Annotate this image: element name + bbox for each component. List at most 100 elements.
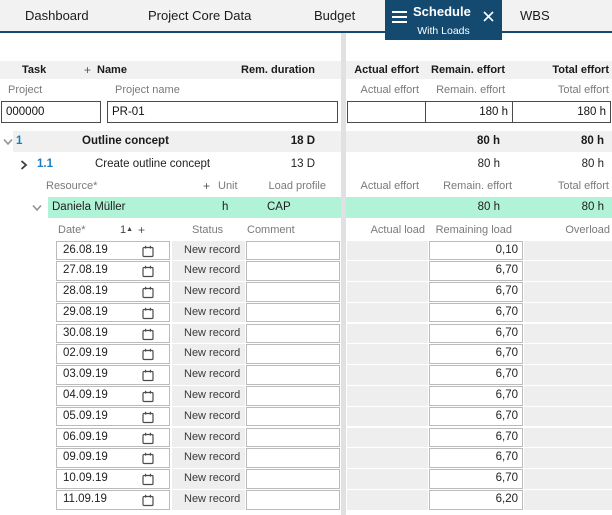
comment-field[interactable]: [246, 344, 340, 364]
remaining-load-field[interactable]: 6,70: [429, 261, 523, 281]
project-id-field[interactable]: 000000: [1, 101, 101, 123]
remaining-load-field[interactable]: 6,70: [429, 386, 523, 406]
task-name: Create outline concept: [95, 154, 210, 175]
tab-schedule-label: Schedule: [413, 4, 471, 19]
load-row: 30.08.19 New record 6,70: [0, 323, 612, 344]
col-date: Date*: [58, 221, 86, 239]
load-row: 10.09.19 New record 6,70: [0, 469, 612, 490]
resource-header: Resource* + Unit Load profile Actual eff…: [0, 177, 612, 195]
chevron-right-icon[interactable]: [20, 160, 28, 170]
col-total-effort: Total effort: [558, 177, 609, 195]
comment-field[interactable]: [246, 261, 340, 281]
chevron-down-icon[interactable]: [32, 204, 42, 212]
date-field[interactable]: 30.08.19: [56, 324, 170, 344]
comment-field[interactable]: [246, 282, 340, 302]
remaining-load-field[interactable]: 6,20: [429, 490, 523, 510]
date-field[interactable]: 26.08.19: [56, 241, 170, 261]
remaining-load-field[interactable]: 6,70: [429, 365, 523, 385]
date-field[interactable]: 10.09.19: [56, 469, 170, 489]
tab-budget[interactable]: Budget: [314, 0, 355, 31]
actual-load-cell: [347, 490, 428, 510]
comment-field[interactable]: [246, 303, 340, 323]
load-row: 05.09.19 New record 6,70: [0, 406, 612, 427]
comment-field[interactable]: [246, 448, 340, 468]
tab-schedule-active[interactable]: Schedule With Loads: [385, 0, 502, 40]
add-column-button[interactable]: +: [84, 61, 91, 79]
date-field[interactable]: 06.09.19: [56, 428, 170, 448]
status-cell: New record: [172, 261, 245, 281]
load-row: 28.08.19 New record 6,70: [0, 282, 612, 303]
status-cell: New record: [172, 490, 245, 510]
task-table-header: Task + Name Rem. duration Actual effort …: [0, 61, 612, 79]
date-field[interactable]: 27.08.19: [56, 261, 170, 281]
actual-load-cell: [347, 407, 428, 427]
remaining-load-field[interactable]: 6,70: [429, 407, 523, 427]
overload-cell: [524, 428, 612, 448]
remaining-load-field[interactable]: 6,70: [429, 448, 523, 468]
sort-asc-icon: ▲: [126, 221, 133, 239]
resource-remain-effort: 80 h: [478, 197, 500, 218]
sort-indicator[interactable]: 1▲: [120, 221, 133, 239]
comment-field[interactable]: [246, 428, 340, 448]
remaining-load-field[interactable]: 6,70: [429, 344, 523, 364]
tab-dashboard[interactable]: Dashboard: [25, 0, 89, 31]
task-name: Outline concept: [82, 131, 169, 152]
close-icon[interactable]: [483, 9, 494, 20]
task-row-1-1[interactable]: 1.1 Create outline concept 13 D 80 h 80 …: [0, 154, 612, 175]
actual-load-cell: [347, 365, 428, 385]
remaining-load-field[interactable]: 0,10: [429, 241, 523, 261]
overload-cell: [524, 365, 612, 385]
date-field[interactable]: 11.09.19: [56, 490, 170, 510]
actual-load-cell: [347, 261, 428, 281]
col-actual-load: Actual load: [371, 221, 425, 239]
remaining-load-field[interactable]: 6,70: [429, 303, 523, 323]
col-rem-duration: Rem. duration: [241, 61, 315, 79]
chevron-down-icon[interactable]: [3, 138, 13, 146]
date-field[interactable]: 29.08.19: [56, 303, 170, 323]
comment-field[interactable]: [246, 469, 340, 489]
resource-load-profile: CAP: [267, 197, 291, 218]
comment-field[interactable]: [246, 490, 340, 510]
calendar-icon[interactable]: [142, 494, 154, 514]
menu-icon[interactable]: [392, 11, 407, 23]
project-effort-group: 180 h 180 h: [347, 101, 611, 123]
date-field[interactable]: 28.08.19: [56, 282, 170, 302]
load-row: 06.09.19 New record 6,70: [0, 427, 612, 448]
comment-field[interactable]: [246, 241, 340, 261]
status-cell: New record: [172, 469, 245, 489]
overload-cell: [524, 386, 612, 406]
project-total-effort-value: 180 h: [512, 102, 610, 122]
resource-row-highlight: [48, 197, 612, 218]
status-cell: New record: [172, 386, 245, 406]
date-field[interactable]: 05.09.19: [56, 407, 170, 427]
comment-field[interactable]: [246, 386, 340, 406]
project-actual-effort-field[interactable]: [348, 102, 425, 122]
overload-cell: [524, 490, 612, 510]
comment-field[interactable]: [246, 407, 340, 427]
col-resource: Resource*: [46, 177, 97, 195]
comment-field[interactable]: [246, 324, 340, 344]
project-name-field[interactable]: PR-01: [107, 101, 338, 123]
date-field[interactable]: 09.09.19: [56, 448, 170, 468]
remaining-load-field[interactable]: 6,70: [429, 428, 523, 448]
resource-row[interactable]: Daniela Müller h CAP 80 h 80 h: [0, 197, 612, 218]
task-row-1[interactable]: 1 Outline concept 18 D 80 h 80 h: [0, 131, 612, 152]
comment-field[interactable]: [246, 365, 340, 385]
task-number: 1: [16, 131, 22, 152]
remaining-load-field[interactable]: 6,70: [429, 469, 523, 489]
project-subheader: Project Project name Actual effort Remai…: [0, 81, 612, 99]
date-field[interactable]: 03.09.19: [56, 365, 170, 385]
remaining-load-field[interactable]: 6,70: [429, 324, 523, 344]
task-remain-effort: 80 h: [477, 131, 500, 152]
tab-wbs[interactable]: WBS: [520, 0, 550, 31]
actual-load-cell: [347, 324, 428, 344]
add-resource-button[interactable]: +: [203, 177, 210, 195]
tab-project-core-data[interactable]: Project Core Data: [148, 0, 251, 31]
remaining-load-field[interactable]: 6,70: [429, 282, 523, 302]
add-load-row-button[interactable]: +: [138, 221, 145, 239]
date-field[interactable]: 04.09.19: [56, 386, 170, 406]
date-field[interactable]: 02.09.19: [56, 344, 170, 364]
overload-cell: [524, 282, 612, 302]
label-project: Project: [8, 81, 42, 99]
status-cell: New record: [172, 344, 245, 364]
